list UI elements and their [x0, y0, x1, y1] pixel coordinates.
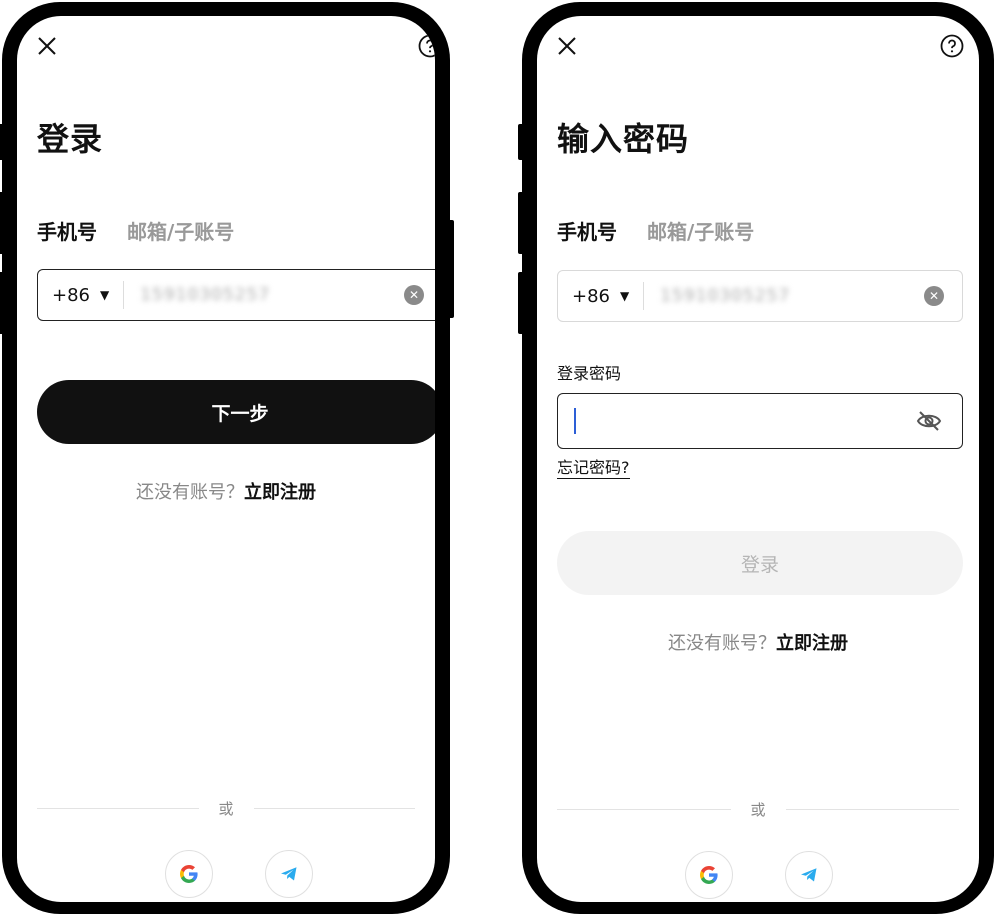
tab-email-subaccount[interactable]: 邮箱/子账号 — [127, 216, 234, 245]
register-link[interactable]: 立即注册 — [776, 633, 848, 654]
or-text: 或 — [218, 800, 234, 818]
country-code-selector[interactable]: +86 ▼ — [38, 270, 123, 320]
register-link[interactable]: 立即注册 — [244, 482, 316, 503]
phone-side-button — [448, 220, 454, 318]
close-icon[interactable] — [36, 35, 58, 57]
divider-line — [37, 808, 199, 809]
next-step-button[interactable]: 下一步 — [37, 380, 435, 444]
tab-phone[interactable]: 手机号 — [37, 216, 97, 245]
country-code-selector[interactable]: +86 ▼ — [558, 271, 643, 321]
login-method-tabs: 手机号 邮箱/子账号 — [557, 216, 754, 245]
phone-side-button — [0, 124, 4, 160]
close-icon[interactable] — [556, 35, 578, 57]
phone-number-input[interactable]: 15910305257 — [124, 285, 404, 305]
register-prompt: 还没有账号？立即注册 — [537, 629, 979, 655]
password-field — [557, 393, 963, 449]
phone-frame-password: 输入密码 手机号 邮箱/子账号 +86 ▼ 15910305257 ✕ 登录密码 — [518, 2, 994, 914]
telegram-icon — [801, 868, 817, 882]
help-icon[interactable] — [940, 34, 964, 58]
country-code-label: +86 — [572, 285, 610, 307]
google-login-button[interactable] — [685, 851, 733, 899]
tab-email-subaccount[interactable]: 邮箱/子账号 — [647, 216, 754, 245]
help-icon[interactable] — [418, 34, 435, 58]
login-screen: 登录 手机号 邮箱/子账号 +86 ▼ 15910305257 ✕ 下一步 还没… — [17, 16, 435, 902]
telegram-icon — [281, 867, 297, 881]
or-divider: 或 — [37, 798, 416, 819]
phone-input-field: +86 ▼ 15910305257 ✕ — [37, 269, 435, 321]
login-method-tabs: 手机号 邮箱/子账号 — [37, 216, 234, 245]
phone-frame-login: 登录 手机号 邮箱/子账号 +86 ▼ 15910305257 ✕ 下一步 还没… — [0, 2, 454, 914]
page-title: 登录 — [37, 120, 104, 158]
clear-icon[interactable]: ✕ — [404, 285, 424, 305]
phone-side-button — [0, 192, 4, 254]
google-icon — [700, 866, 718, 884]
telegram-login-button[interactable] — [785, 851, 833, 899]
divider-line — [785, 809, 960, 810]
divider-line — [253, 808, 416, 809]
phone-input-field: +86 ▼ 15910305257 ✕ — [557, 270, 963, 322]
country-code-label: +86 — [52, 284, 90, 306]
no-account-text: 还没有账号？ — [668, 633, 776, 654]
forgot-password-link[interactable]: 忘记密码? — [557, 454, 630, 479]
phone-side-button — [518, 272, 524, 334]
password-label: 登录密码 — [557, 364, 622, 383]
divider-line — [557, 809, 731, 810]
tab-phone[interactable]: 手机号 — [557, 216, 617, 245]
register-prompt: 还没有账号？立即注册 — [17, 478, 435, 504]
page-title: 输入密码 — [557, 120, 690, 158]
clear-icon[interactable]: ✕ — [924, 286, 944, 306]
login-button[interactable]: 登录 — [557, 531, 963, 595]
phone-side-button — [518, 192, 524, 254]
phone-side-button — [518, 124, 524, 160]
password-screen: 输入密码 手机号 邮箱/子账号 +86 ▼ 15910305257 ✕ 登录密码 — [537, 16, 979, 902]
or-divider: 或 — [557, 799, 960, 820]
phone-number-input[interactable]: 15910305257 — [644, 286, 924, 306]
triangle-down-icon: ▼ — [100, 288, 110, 302]
eye-off-icon[interactable] — [916, 410, 942, 432]
google-icon — [180, 865, 198, 883]
phone-side-button — [0, 272, 4, 334]
telegram-login-button[interactable] — [265, 850, 313, 898]
or-text: 或 — [750, 801, 766, 819]
no-account-text: 还没有账号？ — [136, 482, 244, 503]
google-login-button[interactable] — [165, 850, 213, 898]
triangle-down-icon: ▼ — [620, 289, 630, 303]
password-input[interactable] — [576, 393, 916, 449]
